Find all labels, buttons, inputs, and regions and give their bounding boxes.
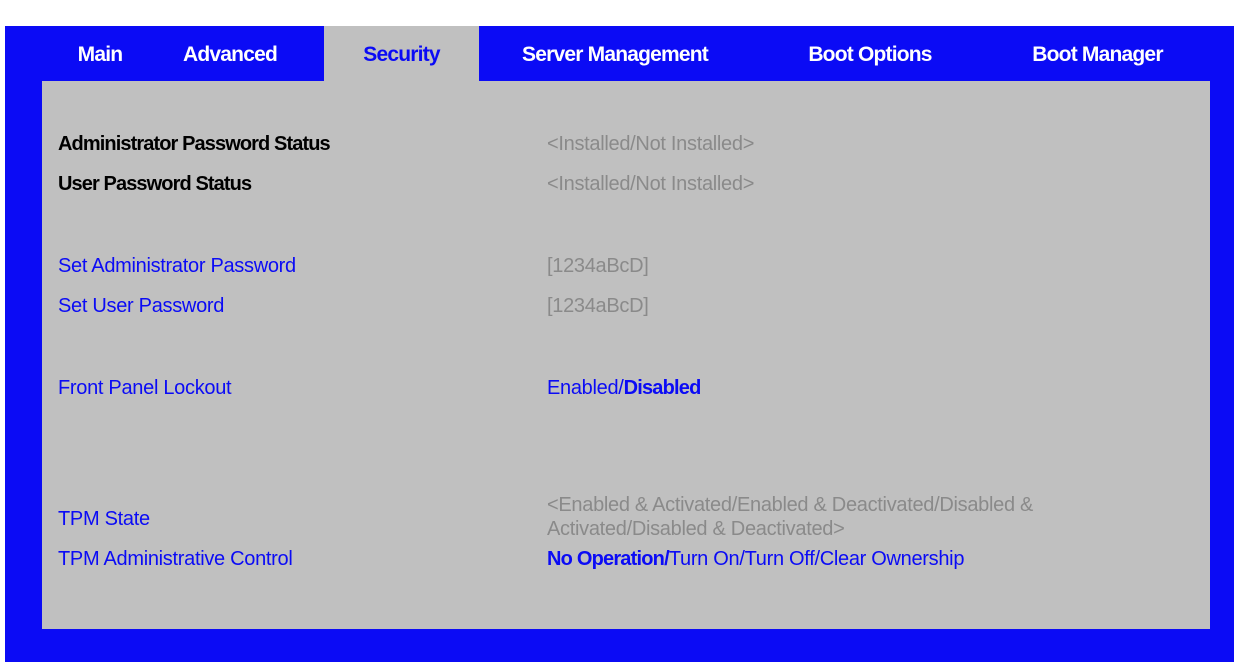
tpm-admin-control-options[interactable]: No Operation/Turn On/Turn Off/Clear Owne… bbox=[547, 548, 964, 571]
tab-advanced[interactable]: Advanced bbox=[165, 26, 295, 81]
tab-boot-options[interactable]: Boot Options bbox=[780, 26, 960, 81]
user-password-status-value: <Installed/Not Installed> bbox=[547, 173, 755, 195]
tab-security[interactable]: Security bbox=[324, 26, 479, 81]
tpm-admin-control-label[interactable]: TPM Administrative Control bbox=[58, 548, 293, 571]
bios-setup-screen: Main Advanced Security Server Management… bbox=[5, 0, 1234, 662]
set-user-password-label[interactable]: Set User Password bbox=[58, 295, 224, 318]
tab-server-management[interactable]: Server Management bbox=[505, 26, 725, 81]
front-panel-lockout-options[interactable]: Enabled/Disabled bbox=[547, 377, 701, 400]
set-admin-password-label[interactable]: Set Administrator Password bbox=[58, 255, 296, 278]
admin-password-status-value: <Installed/Not Installed> bbox=[547, 133, 755, 155]
tab-bar: Main Advanced Security Server Management… bbox=[5, 26, 1234, 81]
option-no-operation-selected: No Operation/ bbox=[547, 548, 670, 570]
option-remaining: Turn On/Turn Off/Clear Ownership bbox=[668, 548, 965, 570]
front-panel-lockout-label[interactable]: Front Panel Lockout bbox=[58, 377, 232, 400]
tpm-state-value: <Enabled & Activated/Enabled & Deactivat… bbox=[547, 494, 1034, 540]
option-enabled: Enabled/ bbox=[547, 377, 624, 399]
set-user-password-value: [1234aBcD] bbox=[547, 295, 649, 317]
option-disabled-selected: Disabled bbox=[623, 377, 702, 399]
admin-password-status-label: Administrator Password Status bbox=[58, 133, 331, 155]
tab-main[interactable]: Main bbox=[55, 26, 145, 81]
tpm-state-label[interactable]: TPM State bbox=[58, 508, 150, 531]
set-admin-password-value: [1234aBcD] bbox=[547, 255, 649, 277]
tab-boot-manager[interactable]: Boot Manager bbox=[1005, 26, 1190, 81]
user-password-status-label: User Password Status bbox=[58, 173, 252, 195]
security-settings-panel: Administrator Password Status <Installed… bbox=[42, 81, 1210, 629]
